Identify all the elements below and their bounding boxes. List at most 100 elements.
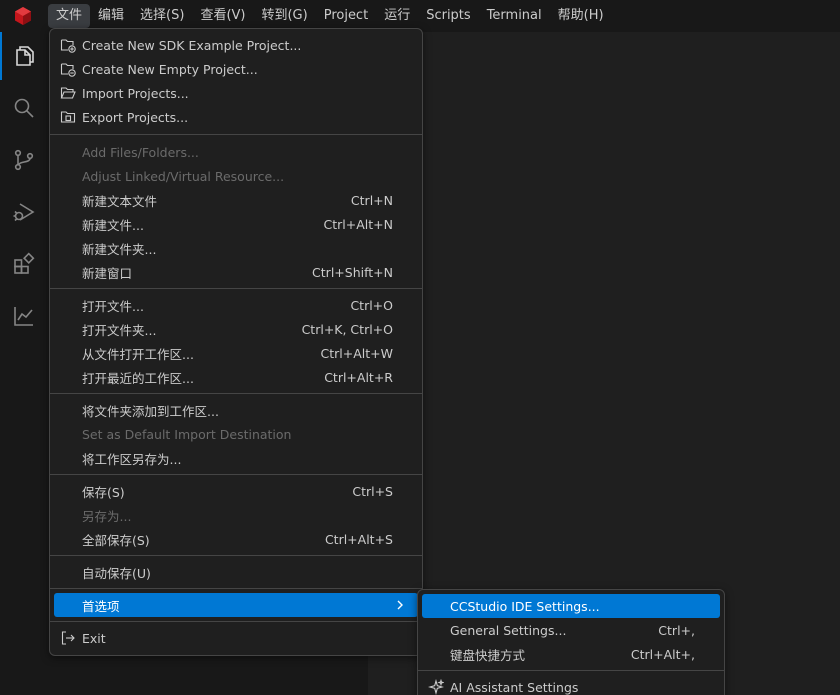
menu-item-save-as: 另存为... bbox=[54, 503, 418, 527]
menu-item-label: CCStudio IDE Settings... bbox=[450, 598, 600, 614]
new-project-icon bbox=[60, 39, 76, 53]
menu-item-general-settings[interactable]: General Settings... Ctrl+, bbox=[422, 618, 720, 642]
menu-item-export-projects[interactable]: Export Projects... bbox=[54, 105, 418, 129]
menu-item-new-file[interactable]: 新建文件... Ctrl+Alt+N bbox=[54, 212, 418, 236]
menu-item-add-files-folders: Add Files/Folders... bbox=[54, 140, 418, 164]
chevron-right-icon bbox=[397, 600, 403, 610]
menu-scripts[interactable]: Scripts bbox=[418, 4, 478, 28]
menu-item-open-folder[interactable]: 打开文件夹... Ctrl+K, Ctrl+O bbox=[54, 317, 418, 341]
menu-item-label: Import Projects... bbox=[82, 85, 189, 101]
menu-item-label: General Settings... bbox=[450, 622, 567, 638]
menu-item-open-file[interactable]: 打开文件... Ctrl+O bbox=[54, 293, 418, 317]
menu-item-set-default-import-destination: Set as Default Import Destination bbox=[54, 422, 418, 446]
menu-item-shortcut: Ctrl+Alt+W bbox=[320, 345, 393, 361]
menu-item-label: 保存(S) bbox=[82, 484, 125, 500]
menu-item-label: 将工作区另存为... bbox=[82, 451, 182, 467]
menu-separator bbox=[50, 555, 422, 556]
menu-separator bbox=[50, 134, 422, 135]
menu-help[interactable]: 帮助(H) bbox=[550, 4, 612, 28]
menu-item-label: 全部保存(S) bbox=[82, 532, 150, 548]
menu-item-label: 打开最近的工作区... bbox=[82, 370, 194, 386]
menu-go[interactable]: 转到(G) bbox=[253, 4, 315, 28]
menu-item-shortcut: Ctrl+Alt+, bbox=[630, 646, 695, 662]
menu-item-label: 打开文件... bbox=[82, 298, 144, 314]
menu-separator bbox=[50, 588, 422, 589]
menu-item-label: 打开文件夹... bbox=[82, 322, 157, 338]
menu-item-label: 新建文件... bbox=[82, 217, 144, 233]
menu-item-shortcut: Ctrl+Alt+R bbox=[324, 369, 393, 385]
menu-edit[interactable]: 编辑 bbox=[90, 4, 132, 28]
files-icon[interactable] bbox=[0, 32, 48, 80]
menu-item-save-workspace-as[interactable]: 将工作区另存为... bbox=[54, 446, 418, 470]
menu-item-auto-save[interactable]: 自动保存(U) bbox=[54, 560, 418, 584]
search-icon[interactable] bbox=[0, 84, 48, 132]
menu-item-preferences[interactable]: 首选项 bbox=[54, 593, 418, 617]
menu-separator bbox=[418, 670, 724, 671]
menu-item-label: 自动保存(U) bbox=[82, 565, 151, 581]
menu-item-create-empty-project[interactable]: Create New Empty Project... bbox=[54, 57, 418, 81]
menu-terminal[interactable]: Terminal bbox=[479, 4, 550, 28]
menu-item-label: 另存为... bbox=[82, 508, 132, 524]
activity-bar bbox=[0, 32, 48, 695]
menu-item-create-sdk-example[interactable]: Create New SDK Example Project... bbox=[54, 33, 418, 57]
menu-item-label: Set as Default Import Destination bbox=[82, 426, 292, 442]
menu-selection[interactable]: 选择(S) bbox=[132, 4, 192, 28]
folder-open-icon bbox=[60, 87, 76, 99]
menu-item-label: 新建窗口 bbox=[82, 265, 133, 281]
menu-item-new-window[interactable]: 新建窗口 Ctrl+Shift+N bbox=[54, 260, 418, 284]
menu-run[interactable]: 运行 bbox=[376, 4, 418, 28]
menu-item-exit[interactable]: Exit bbox=[54, 626, 418, 650]
menu-item-shortcut: Ctrl+Shift+N bbox=[312, 264, 393, 280]
menu-item-label: Exit bbox=[82, 630, 106, 646]
run-debug-icon[interactable] bbox=[0, 188, 48, 236]
menu-item-label: Create New SDK Example Project... bbox=[82, 37, 302, 53]
menu-item-save-all[interactable]: 全部保存(S) Ctrl+Alt+S bbox=[54, 527, 418, 551]
menu-separator bbox=[50, 288, 422, 289]
preferences-submenu: CCStudio IDE Settings... General Setting… bbox=[417, 589, 725, 695]
menu-item-import-projects[interactable]: Import Projects... bbox=[54, 81, 418, 105]
menu-item-shortcut: Ctrl+, bbox=[658, 622, 695, 638]
menu-item-ccstudio-ide-settings[interactable]: CCStudio IDE Settings... bbox=[422, 594, 720, 618]
menu-item-label: Add Files/Folders... bbox=[82, 144, 199, 160]
menu-item-new-folder[interactable]: 新建文件夹... bbox=[54, 236, 418, 260]
menu-item-label: 新建文本文件 bbox=[82, 193, 158, 209]
new-project-icon bbox=[60, 63, 76, 77]
menu-project[interactable]: Project bbox=[316, 4, 376, 28]
folder-export-icon bbox=[60, 111, 76, 123]
menu-item-save[interactable]: 保存(S) Ctrl+S bbox=[54, 479, 418, 503]
menu-item-shortcut: Ctrl+N bbox=[350, 192, 393, 208]
menu-item-open-recent[interactable]: 打开最近的工作区... Ctrl+Alt+R bbox=[54, 365, 418, 389]
menu-item-new-text-file[interactable]: 新建文本文件 Ctrl+N bbox=[54, 188, 418, 212]
menu-view[interactable]: 查看(V) bbox=[192, 4, 253, 28]
menu-file[interactable]: 文件 bbox=[48, 4, 91, 28]
menu-item-shortcut: Ctrl+Alt+S bbox=[324, 531, 393, 547]
menu-item-adjust-linked-resource: Adjust Linked/Virtual Resource... bbox=[54, 164, 418, 188]
menu-item-label: Create New Empty Project... bbox=[82, 61, 258, 77]
menu-item-label: 将文件夹添加到工作区... bbox=[82, 403, 219, 419]
menu-separator bbox=[50, 393, 422, 394]
menu-separator bbox=[50, 621, 422, 622]
menu-item-label: 从文件打开工作区... bbox=[82, 346, 194, 362]
menu-item-label: 新建文件夹... bbox=[82, 241, 157, 257]
menu-item-label: Adjust Linked/Virtual Resource... bbox=[82, 168, 285, 184]
menu-item-ai-assistant-settings[interactable]: AI Assistant Settings bbox=[422, 675, 720, 695]
source-control-icon[interactable] bbox=[0, 136, 48, 184]
menu-item-shortcut: Ctrl+Alt+N bbox=[323, 216, 393, 232]
menu-item-shortcut: Ctrl+O bbox=[350, 297, 393, 313]
menu-item-label: 首选项 bbox=[82, 598, 120, 614]
menu-item-shortcut: Ctrl+K, Ctrl+O bbox=[301, 321, 393, 337]
menu-item-add-folder-to-workspace[interactable]: 将文件夹添加到工作区... bbox=[54, 398, 418, 422]
menu-item-label: 键盘快捷方式 bbox=[450, 647, 526, 663]
menu-item-open-workspace-from-file[interactable]: 从文件打开工作区... Ctrl+Alt+W bbox=[54, 341, 418, 365]
file-menu: Create New SDK Example Project... Create… bbox=[49, 28, 423, 656]
menu-item-label: AI Assistant Settings bbox=[450, 679, 579, 695]
exit-icon bbox=[61, 631, 75, 645]
extensions-icon[interactable] bbox=[0, 240, 48, 288]
menu-separator bbox=[50, 474, 422, 475]
sparkle-icon bbox=[428, 679, 444, 695]
ccstudio-logo-icon bbox=[15, 7, 31, 25]
menu-item-label: Export Projects... bbox=[82, 109, 189, 125]
menu-item-shortcut: Ctrl+S bbox=[352, 483, 393, 499]
menu-item-keyboard-shortcuts[interactable]: 键盘快捷方式 Ctrl+Alt+, bbox=[422, 642, 720, 666]
graph-icon[interactable] bbox=[0, 292, 48, 340]
